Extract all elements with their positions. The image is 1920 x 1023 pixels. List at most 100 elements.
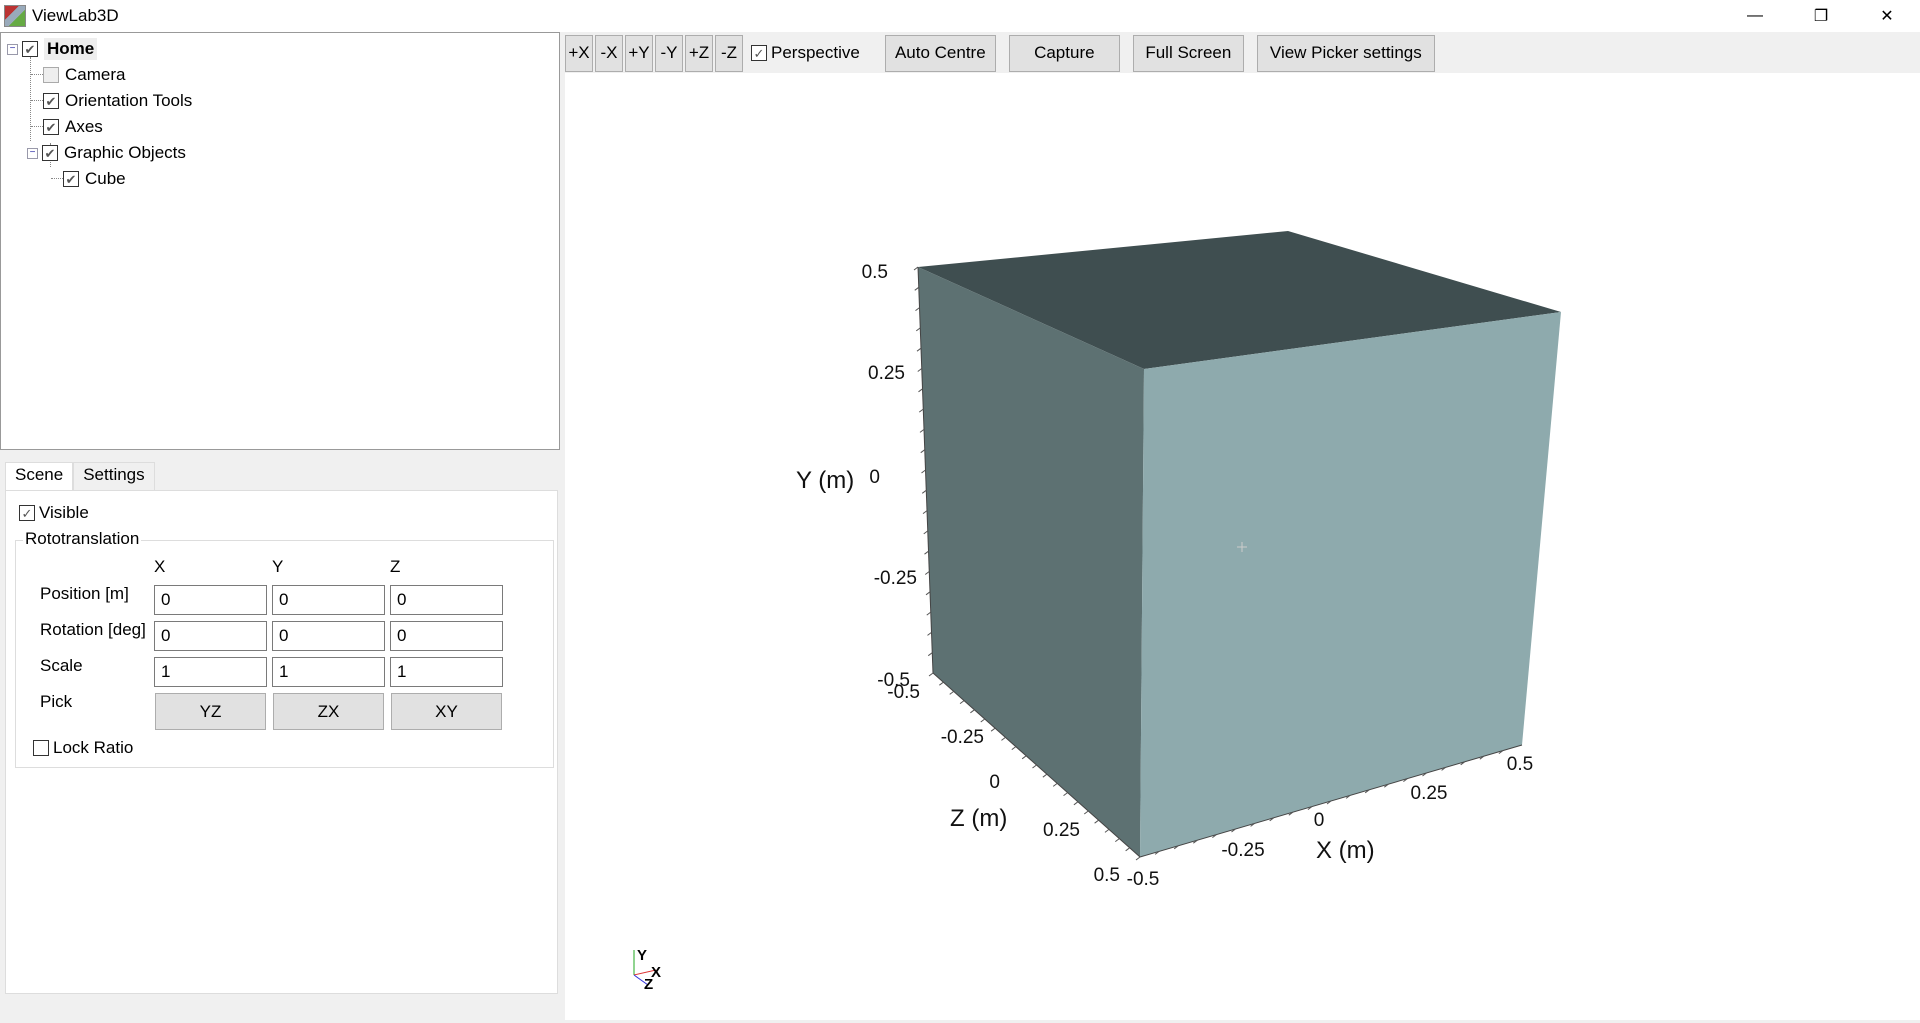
position-y-input[interactable]: 0 [272,585,385,615]
perspective-checkbox[interactable]: ✓ Perspective [751,43,860,63]
tab-settings[interactable]: Settings [73,462,155,491]
tree-item-home[interactable]: − ✔ Home [7,37,98,61]
pick-label: Pick [40,692,73,711]
axis-tick-mark [1052,783,1058,787]
axis-tick-mark [927,652,933,657]
axis-tick-mark [1021,755,1027,760]
scene-panel: ✓ Visible Rototranslation X Y Z Position… [5,490,558,994]
rotation-x-input[interactable]: 0 [154,621,267,651]
tree-label: Graphic Objects [64,143,186,162]
visible-checkbox[interactable]: ✓ Visible [19,503,89,523]
app-icon [4,5,26,27]
axis-tick-mark [1001,737,1006,741]
auto-centre-button[interactable]: Auto Centre [884,34,996,72]
y-axis-label: Y (m) [796,467,854,494]
checkbox-perspective[interactable]: ✓ [751,45,767,61]
axis-tick-mark [921,489,927,494]
axis-tick-mark [949,691,955,695]
axis-tick-mark [980,718,986,723]
axis-tick-mark [916,347,922,352]
pick-xy-button[interactable]: XY [391,693,502,730]
view-plus-y-button[interactable]: +Y [625,34,653,72]
y-axis-tick-label: 0 [869,467,880,488]
tree-label: Home [44,38,98,60]
axis-tick-mark [959,700,965,704]
view-toolbar: +X -X +Y -Y +Z -Z ✓ Perspective Auto Cen… [565,34,1448,72]
checkbox-lock-ratio[interactable] [33,740,49,756]
axis-tick-mark [913,266,919,271]
position-x-input[interactable]: 0 [154,585,267,615]
checkbox-cube[interactable]: ✔ [63,171,79,187]
view-plus-z-button[interactable]: +Z [685,34,713,72]
capture-button[interactable]: Capture [1008,34,1120,72]
tree-label: Orientation Tools [65,91,193,110]
axis-tick-mark [917,368,923,372]
lock-ratio-checkbox[interactable]: Lock Ratio [33,738,133,758]
rototranslation-group: Rototranslation X Y Z Position [m] Rotat… [15,529,554,768]
view-minus-z-button[interactable]: -Z [715,34,743,72]
view-plus-x-button[interactable]: +X [565,34,593,72]
perspective-label: Perspective [771,43,860,62]
orientation-triad-icon: Y X Z [633,947,661,993]
3d-viewport[interactable]: 0.5 0.25 0 -0.25 -0.5 -0.5 -0.25 0 0.25 0.5 -0.5 -0… [565,73,1920,1020]
axis-tick-mark [924,550,929,555]
z-axis-tick-label: -0.5 [887,682,920,703]
checkbox-home[interactable]: ✔ [22,41,38,57]
pick-zx-button[interactable]: ZX [273,693,384,730]
collapse-icon[interactable]: − [27,147,38,159]
rotation-y-input[interactable]: 0 [272,621,385,651]
x-axis-tick-label: 0.5 [1507,754,1533,775]
scale-z-input[interactable]: 1 [390,657,503,687]
axis-tick-mark [914,286,920,291]
scene-canvas[interactable]: 0.50.250-0.25-0.5-0.5-0.2500.250.5 -0.5-0… [565,73,1920,1020]
tree-item-graphic-objects[interactable]: − ✔ Graphic Objects [27,141,186,165]
axis-tick-mark [990,727,996,732]
view-minus-y-button[interactable]: -Y [655,34,683,72]
full-screen-button[interactable]: Full Screen [1132,34,1244,72]
axis-tick-mark [1063,792,1068,796]
minimize-button[interactable]: — [1722,0,1788,32]
axis-tick-mark [1083,810,1089,815]
collapse-icon[interactable]: − [7,43,18,55]
axis-tick-mark [924,571,930,575]
axis-tick-mark [1011,746,1017,750]
cube-left-face [918,267,1144,857]
tree-label: Camera [65,65,126,84]
col-x-header: X [154,557,166,576]
checkbox-visible[interactable]: ✓ [19,505,35,521]
z-axis-tick-label: 0 [989,772,1000,793]
rotation-z-input[interactable]: 0 [390,621,503,651]
axis-tick-mark [927,632,932,636]
scale-y-input[interactable]: 1 [272,657,385,687]
group-title: Rototranslation [23,529,142,549]
x-axis-tick-label: 0.25 [1411,783,1448,804]
scale-x-input[interactable]: 1 [154,657,267,687]
scene-tree[interactable]: − ✔ Home Camera ✔ Orientation Tools ✔ Ax… [0,32,560,450]
checkbox-camera[interactable] [43,67,59,83]
y-axis-tick-label: 0.5 [862,262,888,283]
axis-tick-mark [915,307,920,312]
checkbox-axes[interactable]: ✔ [43,119,59,135]
z-axis-tick-label: 0.25 [1043,820,1080,841]
axis-tick-mark [1104,829,1110,833]
tree-item-axes[interactable]: ✔ Axes [43,115,103,139]
tree-item-orientation-tools[interactable]: ✔ Orientation Tools [43,89,192,113]
restore-button[interactable]: ❐ [1788,0,1854,32]
axis-tick-mark [923,530,929,535]
checkbox-orientation-tools[interactable]: ✔ [43,93,59,109]
axis-tick-mark [918,408,924,413]
close-button[interactable]: ✕ [1854,0,1920,32]
pick-yz-button[interactable]: YZ [155,693,266,730]
y-axis-tick-label: -0.25 [874,568,917,589]
axis-tick-mark [1032,764,1037,769]
axis-tick-mark [1094,819,1099,824]
tree-item-camera[interactable]: Camera [43,63,125,87]
tree-item-cube[interactable]: ✔ Cube [63,167,126,191]
view-picker-settings-button[interactable]: View Picker settings [1256,34,1435,72]
checkbox-graphic-objects[interactable]: ✔ [42,145,58,161]
tab-scene[interactable]: Scene [5,462,74,492]
view-minus-x-button[interactable]: -X [595,34,623,72]
position-z-input[interactable]: 0 [390,585,503,615]
x-axis-tick-label: -0.25 [1221,840,1264,861]
y-axis-tick-label: 0.25 [868,363,905,384]
